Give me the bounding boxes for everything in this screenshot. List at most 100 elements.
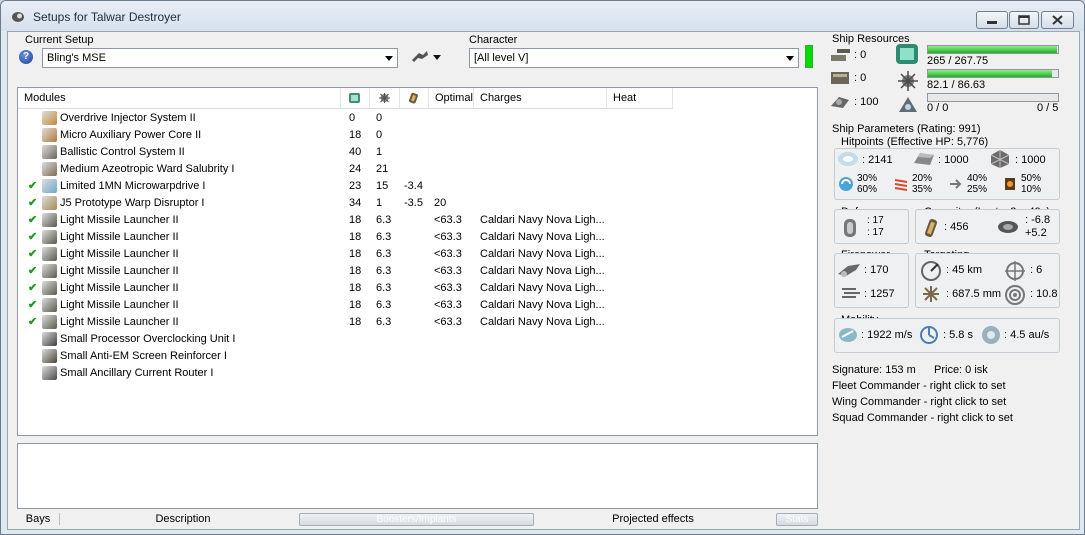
module-icon [42, 332, 57, 346]
module-icon [42, 213, 57, 227]
setup-tools-button[interactable] [411, 49, 443, 65]
firepower-icon [838, 264, 860, 277]
table-row[interactable]: ✔ J5 Prototype Warp Disruptor I 34 1 -3.5 20 [18, 195, 673, 212]
help-icon[interactable]: ? [19, 50, 33, 64]
col-powergrid[interactable] [370, 88, 400, 108]
max-velocity: : 1922 m/s [861, 329, 913, 341]
bottom-tabs: Bays Description Boosters/Implants Proje… [17, 511, 818, 527]
calibration-value: 0 / 0 [927, 102, 949, 114]
module-icon [42, 315, 57, 329]
table-row[interactable]: ✔ Light Missile Launcher II 18 6.3 <63.3 Cald… [18, 280, 673, 297]
tab-boosters-implants[interactable]: Boosters/Implants [299, 513, 534, 526]
col-modules[interactable]: Modules [18, 88, 341, 108]
module-pg: 15 [376, 180, 389, 192]
module-icon [42, 281, 57, 295]
active-check-icon[interactable]: ✔ [28, 265, 38, 277]
active-check-icon[interactable]: ✔ [28, 282, 38, 294]
module-name: Small Ancillary Current Router I [60, 367, 214, 379]
table-row[interactable]: ✔ Limited 1MN Microwarpdrive I 23 15 -3.4 [18, 178, 673, 195]
wing-commander[interactable]: Wing Commander - right click to set [832, 396, 1006, 408]
tab-description[interactable]: Description [60, 511, 306, 527]
table-row[interactable]: Small Anti-EM Screen Reinforcer I [18, 348, 673, 365]
module-charges: Caldari Navy Nova Ligh... [480, 231, 605, 243]
table-row[interactable]: ✔ Light Missile Launcher II 18 6.3 <63.3 Cald… [18, 246, 673, 263]
module-icon [42, 366, 57, 380]
module-cpu: 18 [349, 231, 362, 243]
table-row[interactable]: Small Processor Overclocking Unit I [18, 331, 673, 348]
table-row[interactable]: ✔ Light Missile Launcher II 18 6.3 <63.3 Cald… [18, 229, 673, 246]
active-check-icon[interactable]: ✔ [28, 316, 38, 328]
module-name: Micro Auxiliary Power Core II [60, 129, 202, 141]
kinetic-resist-icon [950, 179, 962, 189]
module-cpu: 40 [349, 146, 362, 158]
shield-hp: : 2141 [862, 154, 893, 166]
module-optimal: 20 [434, 197, 447, 209]
active-check-icon[interactable]: ✔ [28, 197, 38, 209]
rig-slots-value: 0 / 5 [1037, 102, 1059, 114]
character-status-indicator [805, 45, 813, 68]
cpu-icon [896, 44, 918, 64]
col-optimal[interactable]: Optimal [429, 88, 474, 108]
tab-projected-effects[interactable]: Projected effects [539, 511, 767, 527]
app-icon [12, 12, 24, 22]
table-row[interactable]: Overdrive Injector System II 0 0 [18, 110, 673, 127]
powergrid-bar-fill [928, 70, 1052, 77]
col-capacitor[interactable] [400, 88, 429, 108]
module-cpu: 18 [349, 248, 362, 260]
hitpoints-title: Hitpoints (Effective HP: 5,776) [841, 136, 989, 148]
minimize-button[interactable] [976, 11, 1008, 29]
armor-hp: : 1000 [938, 154, 969, 166]
table-row[interactable]: Small Ancillary Current Router I [18, 365, 673, 382]
tab-stats[interactable]: Stats [776, 513, 818, 526]
col-cpu[interactable] [341, 88, 370, 108]
fleet-commander[interactable]: Fleet Commander - right click to set [832, 380, 1006, 392]
active-check-icon[interactable]: ✔ [28, 231, 38, 243]
setup-select[interactable]: Bling's MSE [42, 48, 398, 68]
module-name: Light Missile Launcher II [60, 282, 179, 294]
module-pg: 21 [376, 163, 389, 175]
close-button[interactable] [1041, 11, 1074, 29]
table-row[interactable]: ✔ Light Missile Launcher II 18 6.3 <63.3 Cald… [18, 212, 673, 229]
tab-bays[interactable]: Bays [17, 511, 59, 527]
module-icon [42, 349, 57, 363]
module-pg: 0 [376, 129, 383, 141]
table-row[interactable]: Ballistic Control System II 40 1 [18, 144, 673, 161]
module-charges: Caldari Navy Nova Ligh... [480, 214, 605, 226]
module-cap: -3.4 [404, 180, 423, 192]
module-charges: Caldari Navy Nova Ligh... [480, 299, 605, 311]
firepower-dps: : 170 [864, 264, 889, 276]
module-name: Medium Azeotropic Ward Salubrity I [60, 163, 235, 175]
module-cpu: 18 [349, 129, 362, 141]
close-icon [1052, 15, 1063, 25]
max-targets: : 6 [1030, 264, 1043, 276]
module-pg: 6.3 [376, 299, 392, 311]
active-check-icon[interactable]: ✔ [28, 180, 38, 192]
calibration-icon [899, 97, 917, 112]
character-select[interactable]: [All level V] [469, 48, 799, 68]
capacitor-delta-2: +5.2 [1025, 227, 1047, 239]
max-targets-icon [1005, 261, 1025, 281]
table-row[interactable]: ✔ Light Missile Launcher II 18 6.3 <63.3 Cald… [18, 314, 673, 331]
squad-commander[interactable]: Squad Commander - right click to set [832, 412, 1013, 424]
active-check-icon[interactable]: ✔ [28, 299, 38, 311]
module-icon [42, 128, 57, 142]
explosive-resist-armor: 10% [1021, 184, 1042, 195]
kinetic-resist-shield: 40% [967, 173, 988, 184]
table-row[interactable]: ✔ Light Missile Launcher II 18 6.3 <63.3 Cald… [18, 297, 673, 314]
volley-icon [842, 288, 860, 298]
active-check-icon[interactable]: ✔ [28, 248, 38, 260]
module-name: Ballistic Control System II [60, 146, 185, 158]
table-row[interactable]: ✔ Light Missile Launcher II 18 6.3 <63.3 Cald… [18, 263, 673, 280]
table-row[interactable]: Micro Auxiliary Power Core II 18 0 [18, 127, 673, 144]
module-icon [42, 111, 57, 125]
module-pg: 6.3 [376, 282, 392, 294]
active-check-icon[interactable]: ✔ [28, 214, 38, 226]
col-charges[interactable]: Charges [474, 88, 607, 108]
module-icon [42, 179, 57, 193]
table-row[interactable]: Medium Azeotropic Ward Salubrity I 24 21 [18, 161, 673, 178]
armor-hp-icon [914, 153, 934, 165]
col-heat[interactable]: Heat [607, 88, 673, 108]
explosive-resist-shield: 50% [1021, 173, 1042, 184]
module-name: Light Missile Launcher II [60, 231, 179, 243]
maximize-button[interactable] [1009, 11, 1039, 29]
